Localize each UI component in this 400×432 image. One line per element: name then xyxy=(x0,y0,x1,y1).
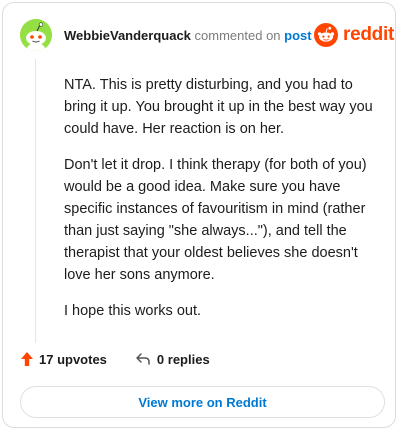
comment-paragraph: I hope this works out. xyxy=(64,303,202,319)
thread-line xyxy=(35,59,36,343)
reddit-logo-icon xyxy=(314,23,338,47)
comment-paragraph: Don't let it drop. I think therapy (for … xyxy=(64,157,367,283)
action-text: commented on xyxy=(194,28,281,43)
reply-arrow-icon xyxy=(136,353,150,365)
post-link[interactable]: post xyxy=(284,28,311,43)
replies-control[interactable]: 0 replies xyxy=(135,352,210,367)
comment-header: WebbieVanderquack commented on post xyxy=(64,28,312,43)
upvote-count: 17 upvotes xyxy=(39,351,107,367)
view-more-button[interactable]: View more on Reddit xyxy=(20,386,385,418)
reddit-brand[interactable]: reddit xyxy=(314,23,394,47)
comment-body: NTA. This is pretty disturbing, and you … xyxy=(64,74,384,336)
upvote-arrow-icon xyxy=(21,352,33,366)
reply-count: 0 replies xyxy=(156,351,210,367)
comment-card: WebbieVanderquack commented on post redd… xyxy=(2,2,396,428)
user-avatar[interactable] xyxy=(20,19,52,51)
brand-wordmark: reddit xyxy=(343,24,394,45)
author-name[interactable]: WebbieVanderquack xyxy=(64,28,191,43)
snoo-avatar-icon xyxy=(20,19,52,51)
upvote-control[interactable]: 17 upvotes xyxy=(20,351,107,367)
comment-footer: 17 upvotes 0 replies xyxy=(20,351,210,367)
comment-paragraph: NTA. This is pretty disturbing, and you … xyxy=(64,77,373,137)
